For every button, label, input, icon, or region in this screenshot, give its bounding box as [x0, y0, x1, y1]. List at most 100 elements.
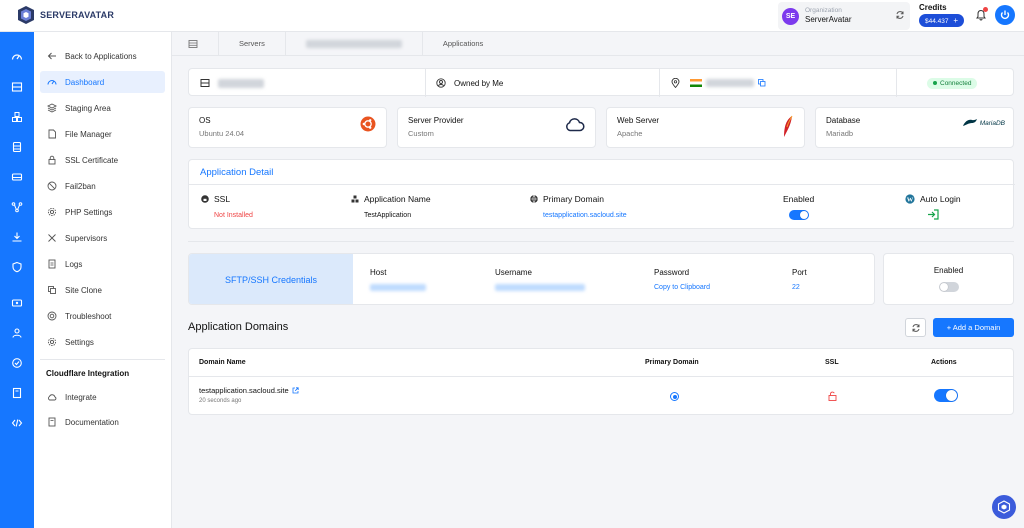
domain-added-time: 20 seconds ago: [199, 398, 242, 404]
deploy-icon[interactable]: [11, 231, 23, 243]
sidebar-item-label: Dashboard: [65, 77, 105, 87]
team-icon[interactable]: [11, 327, 23, 339]
breadcrumb-server-name-redacted[interactable]: [305, 39, 402, 48]
user-menu-button[interactable]: [995, 5, 1015, 25]
billing-icon[interactable]: [11, 297, 23, 309]
sftp-port-label: Port: [792, 268, 807, 277]
help-widget-button[interactable]: [992, 495, 1016, 519]
organization-switcher[interactable]: SE Organization ServerAvatar: [778, 2, 910, 30]
layers-icon: [47, 103, 57, 113]
book-icon: [48, 417, 56, 427]
sidebar-item-label: Documentation: [65, 417, 119, 427]
credits-badge[interactable]: $44.437 +: [919, 14, 964, 27]
list-icon[interactable]: [188, 39, 198, 49]
server-icon: [200, 79, 210, 87]
sidebar-item-integrate[interactable]: Integrate: [40, 386, 165, 408]
column-header: SSL: [825, 359, 839, 366]
stat-title: OS: [199, 116, 211, 125]
mariadb-logo-text: MariaDB: [979, 119, 1005, 127]
enabled-field: Enabled: [783, 194, 814, 222]
org-label: Organization: [805, 7, 842, 15]
brand-logo[interactable]: SERVERAVATAR: [16, 5, 114, 25]
login-icon[interactable]: [927, 209, 939, 220]
main-icon-nav: [0, 32, 34, 528]
domains-table: Domain Name Primary Domain SSL Actions t…: [188, 348, 1014, 415]
sidebar-item-logs[interactable]: Logs: [40, 253, 165, 275]
column-header: Actions: [931, 359, 957, 366]
sidebar-item-fail2ban[interactable]: Fail2ban: [40, 175, 165, 197]
column-header: Domain Name: [199, 359, 246, 366]
lifebuoy-icon: [47, 311, 57, 321]
sidebar-item-site-clone[interactable]: Site Clone: [40, 279, 165, 301]
gauge-icon[interactable]: [11, 51, 23, 63]
sidebar-item-staging[interactable]: Staging Area: [40, 97, 165, 119]
sftp-enabled-label: Enabled: [933, 266, 964, 275]
sidebar-item-label: PHP Settings: [65, 207, 113, 217]
external-link-icon[interactable]: [292, 387, 299, 394]
stat-value: Apache: [617, 129, 643, 138]
code-icon[interactable]: [11, 417, 23, 429]
org-avatar: SE: [782, 7, 799, 25]
credits-label: Credits: [919, 3, 947, 12]
org-name: ServerAvatar: [805, 15, 852, 25]
primary-domain-radio[interactable]: [670, 392, 679, 401]
breadcrumb-applications[interactable]: Applications: [443, 39, 483, 48]
table-header: Domain Name Primary Domain SSL Actions: [189, 349, 1013, 377]
sidebar-item-file-manager[interactable]: File Manager: [40, 123, 165, 145]
sftp-port-value: 22: [792, 284, 800, 291]
server-info-bar: Owned by Me Connected: [188, 68, 1014, 97]
badge-icon[interactable]: [11, 357, 23, 369]
primary-domain-link[interactable]: testapplication.sacloud.site: [530, 212, 627, 219]
shield-icon[interactable]: [11, 261, 23, 273]
primary-domain-field: Primary Domain testapplication.sacloud.s…: [530, 194, 627, 219]
copy-icon[interactable]: [758, 79, 766, 87]
power-icon: [1000, 10, 1010, 20]
sidebar-item-php-settings[interactable]: PHP Settings: [40, 201, 165, 223]
ssl-unlocked-icon: [828, 391, 837, 401]
copy-password-link[interactable]: Copy to Clipboard: [654, 284, 710, 291]
column-header: Primary Domain: [645, 359, 699, 366]
boxes-icon[interactable]: [11, 111, 23, 123]
sftp-credentials-card: SFTP/SSH Credentials Host Username Passw…: [188, 253, 875, 305]
notification-dot: [983, 7, 988, 12]
breadcrumb-servers[interactable]: Servers: [239, 39, 265, 48]
application-name-label: Application Name: [364, 194, 431, 204]
ssl-label: SSL: [214, 194, 231, 204]
cloud-icon: [48, 394, 57, 401]
network-icon[interactable]: [11, 201, 23, 213]
switch-icon[interactable]: [895, 10, 905, 20]
domain-name[interactable]: testapplication.sacloud.site: [199, 386, 289, 395]
add-credits-icon: +: [953, 16, 958, 25]
add-domain-button[interactable]: + Add a Domain: [933, 318, 1014, 337]
server-name-redacted: [218, 78, 264, 88]
dashboard-icon: [47, 80, 57, 85]
auto-login-field: W Auto Login: [905, 194, 961, 222]
app-sidebar: Back to Applications Dashboard Staging A…: [34, 32, 172, 528]
refresh-domains-button[interactable]: [905, 318, 926, 337]
auto-login-label: Auto Login: [920, 194, 961, 204]
database-icon[interactable]: [11, 141, 23, 153]
book-icon[interactable]: [11, 387, 23, 399]
table-row: testapplication.sacloud.site 20 seconds …: [189, 377, 1013, 415]
sidebar-item-supervisors[interactable]: Supervisors: [40, 227, 165, 249]
server-icon[interactable]: [11, 81, 23, 93]
chat-cube-icon: [997, 500, 1011, 514]
drive-icon[interactable]: [11, 171, 23, 183]
sidebar-item-label: Site Clone: [65, 285, 102, 295]
sidebar-item-documentation[interactable]: Documentation: [40, 411, 165, 433]
domain-active-toggle[interactable]: [934, 389, 958, 402]
sftp-enabled-toggle[interactable]: [938, 282, 959, 292]
sidebar-item-label: File Manager: [65, 129, 112, 139]
copy-icon: [48, 286, 56, 294]
sftp-password-field: Password Copy to Clipboard: [654, 268, 710, 291]
web-server-card: Web Server Apache: [606, 107, 805, 148]
ip-address-redacted: [706, 79, 754, 87]
sidebar-item-troubleshoot[interactable]: Troubleshoot: [40, 305, 165, 327]
sidebar-item-dashboard[interactable]: Dashboard: [40, 71, 165, 93]
sidebar-item-settings[interactable]: Settings: [40, 331, 165, 353]
sftp-username-label: Username: [495, 268, 532, 277]
sidebar-item-ssl[interactable]: SSL Certificate: [40, 149, 165, 171]
sidebar-item-back[interactable]: Back to Applications: [40, 45, 165, 67]
application-enabled-toggle[interactable]: [789, 210, 809, 220]
application-name-field: Application Name TestApplication: [351, 194, 431, 219]
